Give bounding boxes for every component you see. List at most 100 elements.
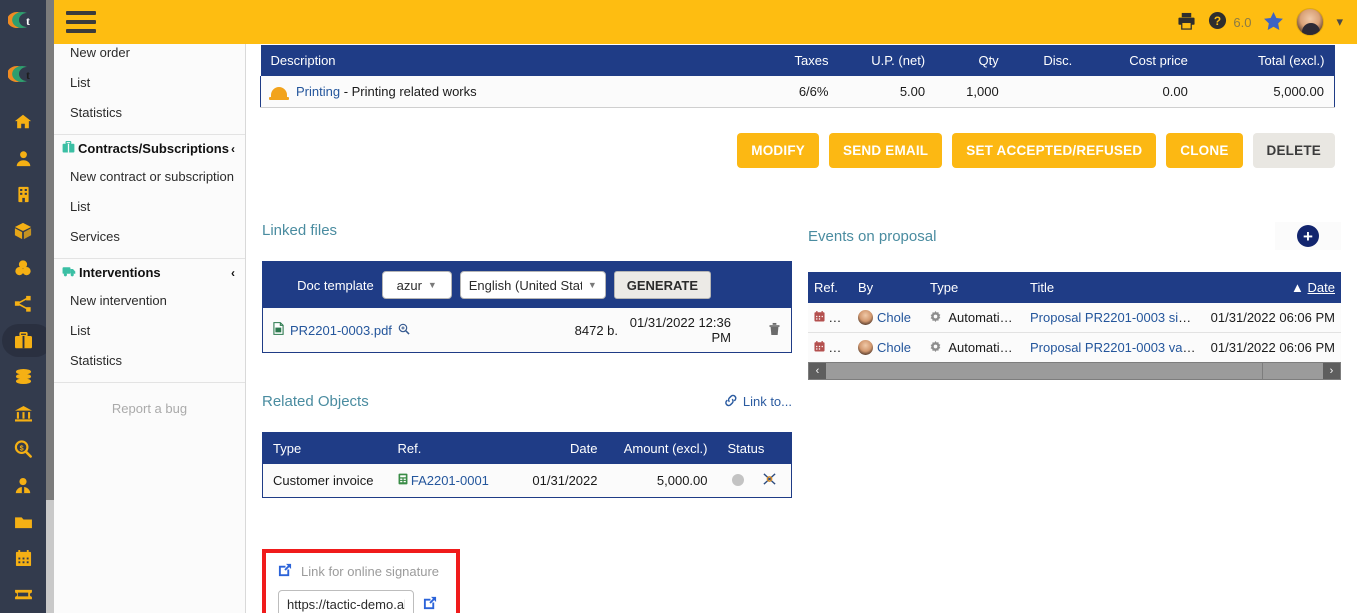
col-title[interactable]: Title [1024,272,1204,303]
event-author-link[interactable]: Chole [877,310,911,325]
money-icon[interactable] [0,359,46,395]
generate-button[interactable]: GENERATE [613,271,711,299]
rail-scrollbar-thumb[interactable] [46,0,54,500]
cell-type: Automatica... [924,303,1024,333]
send-email-button[interactable]: SEND EMAIL [828,133,943,168]
table-row[interactable]: Printing - Printing related works 6/6% 5… [260,76,1335,108]
tactic-logo[interactable]: t [0,0,46,40]
printer-icon[interactable] [1177,12,1196,33]
scroll-track[interactable] [826,363,1323,379]
tactic-logo-small[interactable]: t [0,54,46,94]
event-title-link[interactable]: Proposal PR2201-0003 valida... [1030,340,1204,355]
table-row[interactable]: Customer invoice FA2201-0001 01/31/2022 … [262,464,792,498]
menu-item-list[interactable]: List [54,68,245,98]
star-icon[interactable] [1263,11,1284,34]
event-title-link[interactable]: Proposal PR2201-0003 signed [1030,310,1204,325]
product-link[interactable]: Printing [296,84,340,99]
open-signature-link-icon[interactable] [423,596,437,613]
link-to-button[interactable]: Link to... [724,394,792,410]
menu-item-intervention-list[interactable]: List [54,316,245,346]
delete-button[interactable]: DELETE [1252,133,1335,168]
online-signature-box: Link for online signature [262,549,460,613]
menu-section-contracts[interactable]: Contracts/Subscriptions ‹ [54,137,245,162]
table-row[interactable]: 39 Chole Automatica... Proposal PR2201-0… [808,303,1341,333]
bank-icon[interactable] [0,395,46,431]
scroll-left-arrow[interactable]: ‹ [809,363,826,379]
products-icon[interactable] [0,249,46,285]
share-nodes-icon[interactable] [0,286,46,322]
accounting-search-icon[interactable]: $ [0,431,46,467]
scroll-thumb[interactable] [826,363,1264,379]
user-icon[interactable] [0,140,46,176]
invoice-ref-link[interactable]: FA2201-0001 [411,473,489,488]
doc-template-bar: Doc template azur ▼ English (United Stat… [263,262,791,308]
hr-icon[interactable] [0,468,46,504]
menu-item-new-intervention[interactable]: New intervention [54,286,245,316]
clone-button[interactable]: CLONE [1166,133,1243,168]
col-disc: Disc. [1008,45,1083,76]
doc-template-select[interactable]: azur ▼ [381,271,452,299]
menu-label: Statistics [70,353,123,368]
linked-files-title: Linked files [262,222,338,239]
event-author-link[interactable]: Chole [877,340,911,355]
magnifier-icon[interactable] [398,323,410,338]
ticket-icon[interactable] [0,577,46,613]
modify-button[interactable]: MODIFY [737,133,819,168]
left-panel: Linked files Doc template azur ▼ English… [262,222,792,613]
menu-item-services[interactable]: Services [54,222,245,252]
events-header-row: Ref. By Type Title ▲ Date [808,272,1341,303]
menu-item-intervention-statistics[interactable]: Statistics [54,346,245,376]
linked-file-name[interactable]: PR2201-0003.pdf [290,323,392,338]
chevron-down-icon: ▼ [427,280,437,290]
menu-item-new-contract[interactable]: New contract or subscription [54,162,245,192]
menu-item-statistics[interactable]: Statistics [54,98,245,128]
events-horizontal-scrollbar[interactable]: ‹ › [808,362,1341,380]
col-total-excl: Total (excl.) [1197,45,1335,76]
signature-url-input[interactable] [278,590,414,613]
trash-icon[interactable] [759,322,781,339]
table-row[interactable]: 38 Chole Automatica... Proposal PR2201-0… [808,332,1341,362]
home-icon[interactable] [0,104,46,140]
user-avatar[interactable] [1296,8,1325,36]
cell-disc [1008,76,1083,108]
col-status: Status [717,432,792,464]
events-table: Ref. By Type Title ▲ Date 39 Chole Autom… [808,272,1341,362]
col-type: Type [262,432,388,464]
invoice-icon [398,473,411,488]
hamburger-icon[interactable] [66,11,96,33]
related-objects-title: Related Objects [262,393,369,410]
menu-divider [54,382,245,383]
col-ref[interactable]: Ref. [808,272,852,303]
svg-text:t: t [26,14,30,28]
box-icon[interactable] [0,213,46,249]
menu-section-interventions[interactable]: Interventions ‹ [54,261,245,286]
plus-circle-icon[interactable]: + [1297,225,1319,247]
external-link-icon[interactable] [278,563,292,580]
menu-label: List [70,75,91,90]
linked-file-row[interactable]: PR2201-0003.pdf 8472 b. 01/31/2022 12:36… [263,308,791,352]
briefcase-icon[interactable] [0,322,46,358]
svg-text:t: t [26,68,30,82]
col-by[interactable]: By [852,272,924,303]
menu-divider [54,134,245,135]
folder-icon[interactable] [0,504,46,540]
col-amount: Amount (excl.) [607,432,718,464]
language-select[interactable]: English (United Stat.. ▼ [459,271,606,299]
building-icon[interactable] [0,177,46,213]
lines-table-header: Description Taxes U.P. (net) Qty Disc. C… [260,45,1335,76]
col-type[interactable]: Type [924,272,1024,303]
col-date[interactable]: ▲ Date [1204,272,1341,303]
rail-scrollbar[interactable] [46,0,54,613]
scroll-right-arrow[interactable]: › [1323,363,1340,379]
menu-item-contract-list[interactable]: List [54,192,245,222]
set-accepted-refused-button[interactable]: SET ACCEPTED/REFUSED [952,133,1157,168]
report-a-bug-link[interactable]: Report a bug [54,385,245,416]
cell-up-net: 5.00 [838,76,936,108]
add-event-container: + [1275,222,1341,250]
chevron-down-icon[interactable]: ▾ [1336,14,1343,30]
col-date-label[interactable]: Date [1308,280,1335,295]
calendar-icon[interactable] [0,540,46,576]
cell-date: 01/31/2022 [517,464,608,498]
question-circle-icon[interactable]: ? [1208,11,1227,33]
unlink-icon[interactable] [762,473,777,489]
